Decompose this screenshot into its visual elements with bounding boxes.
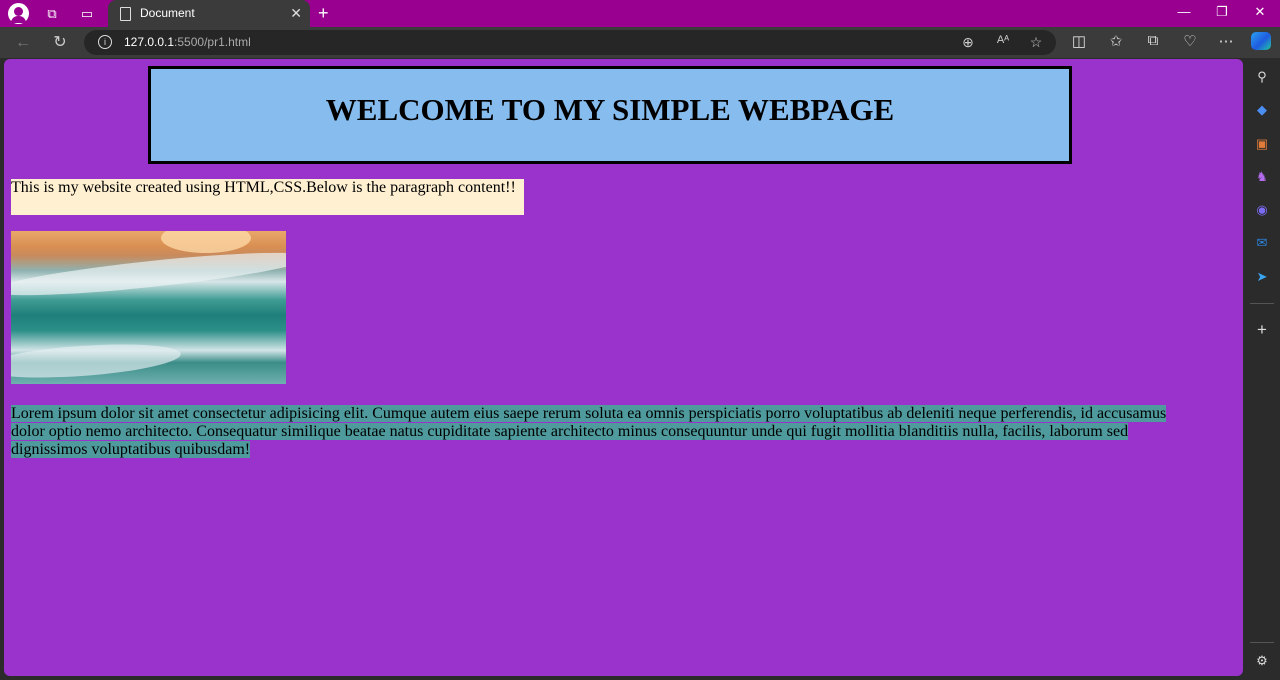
shopping-icon[interactable]: ◆: [1253, 101, 1271, 119]
copilot-icon[interactable]: [1251, 32, 1271, 50]
zoom-icon[interactable]: ⊕: [958, 34, 978, 51]
tab-actions-icon[interactable]: ▭: [77, 4, 97, 24]
image-sky-glow: [161, 231, 251, 253]
refresh-icon[interactable]: ↻: [49, 32, 71, 54]
page-title: WELCOME TO MY SIMPLE WEBPAGE: [325, 92, 895, 127]
outlook-icon[interactable]: ✉: [1253, 234, 1271, 252]
lorem-paragraph-text: Lorem ipsum dolor sit amet consectetur a…: [11, 405, 1167, 458]
split-screen-icon[interactable]: ◫: [1068, 32, 1090, 50]
document-icon: [120, 7, 131, 21]
page-header-box: WELCOME TO MY SIMPLE WEBPAGE: [148, 66, 1072, 164]
url-host: 127.0.0.1: [124, 35, 175, 49]
add-icon[interactable]: +: [1253, 321, 1271, 339]
intro-text: This is my website created using HTML,CS…: [11, 179, 524, 215]
page-viewport: WELCOME TO MY SIMPLE WEBPAGE This is my …: [4, 59, 1243, 676]
collections-icon[interactable]: ⧉: [1142, 32, 1164, 49]
minimize-button[interactable]: —: [1174, 4, 1194, 19]
url-path: :5500/pr1.html: [174, 35, 251, 49]
tools-icon[interactable]: ▣: [1253, 135, 1271, 153]
browser-essentials-icon[interactable]: ♡: [1179, 32, 1201, 50]
profile-icon[interactable]: [8, 3, 29, 24]
restore-button[interactable]: ❐: [1212, 4, 1232, 20]
more-icon[interactable]: ⋯: [1215, 32, 1237, 50]
favorite-star-icon[interactable]: ☆: [1026, 34, 1046, 51]
microsoft365-icon[interactable]: ◉: [1253, 201, 1271, 219]
new-tab-button[interactable]: +: [318, 3, 329, 24]
sidebar-divider: [1250, 642, 1274, 643]
lorem-paragraph: Lorem ipsum dolor sit amet consectetur a…: [11, 405, 1201, 459]
tab-document[interactable]: Document ✕: [108, 0, 310, 27]
url-text[interactable]: 127.0.0.1:5500/pr1.html: [124, 35, 251, 49]
image-wave-foam: [11, 244, 286, 304]
edge-sidebar: ⚲ ◆ ▣ ♞ ◉ ✉ ➤ + ⚙: [1244, 58, 1280, 680]
search-icon[interactable]: ⚲: [1253, 68, 1271, 86]
games-icon[interactable]: ♞: [1253, 168, 1271, 186]
sidebar-divider: [1250, 303, 1274, 304]
tab-title: Document: [140, 6, 195, 20]
address-bar[interactable]: i 127.0.0.1:5500/pr1.html ⊕ Aᴬ ☆: [84, 30, 1056, 55]
info-icon[interactable]: i: [98, 35, 112, 49]
send-icon[interactable]: ➤: [1253, 268, 1271, 286]
ocean-waves-image: [11, 231, 286, 384]
navigation-bar: ← ↻ i 127.0.0.1:5500/pr1.html ⊕ Aᴬ ☆ ◫ ✩…: [0, 27, 1280, 58]
favorites-icon[interactable]: ✩: [1105, 32, 1127, 50]
tab-close-button[interactable]: ✕: [290, 5, 302, 22]
read-aloud-icon[interactable]: Aᴬ: [993, 34, 1013, 46]
image-wave-foam: [11, 339, 182, 383]
settings-icon[interactable]: ⚙: [1253, 652, 1271, 670]
title-bar: ⧉ ▭ Document ✕ + — ❐ ✕: [0, 0, 1280, 27]
workspaces-icon[interactable]: ⧉: [42, 4, 62, 24]
close-window-button[interactable]: ✕: [1250, 4, 1270, 20]
back-icon[interactable]: ←: [12, 32, 34, 54]
